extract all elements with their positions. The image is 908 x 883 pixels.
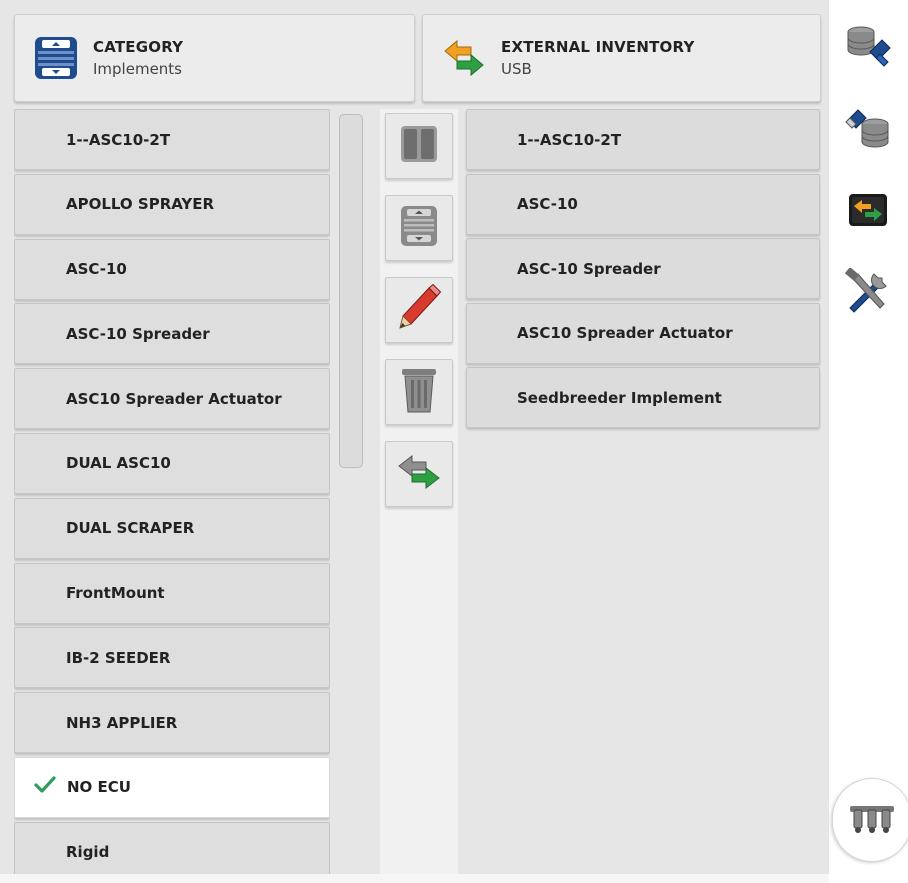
list-item-label: Seedbreeder Implement [517, 388, 722, 407]
list-item[interactable]: APOLLO SPRAYER [14, 173, 330, 235]
list-item-label: NH3 APPLIER [66, 713, 178, 732]
transfer-button[interactable] [385, 441, 453, 507]
inventory-screen: CATEGORY Implements EXTERNAL INVENTORY U… [0, 0, 908, 883]
transfer-arrows-icon [441, 35, 487, 81]
list-item[interactable]: DUAL SCRAPER [14, 497, 330, 559]
action-toolbar [380, 109, 458, 874]
import-from-usb-button[interactable] [839, 20, 897, 78]
implement-list: 1--ASC10-2T APOLLO SPRAYER ASC-10 ASC-10… [14, 109, 330, 874]
list-item-label: 1--ASC10-2T [517, 130, 622, 149]
list-item-label: ASC10 Spreader Actuator [517, 324, 733, 342]
list-item[interactable]: FrontMount [14, 562, 330, 624]
list-scroll-icon [399, 204, 439, 252]
database-import-icon [844, 24, 892, 74]
list-item[interactable]: ASC10 Spreader Actuator [14, 368, 330, 430]
bottom-strip [0, 874, 829, 883]
data-transfer-button[interactable] [839, 184, 897, 242]
tools-icon [844, 267, 892, 318]
tools-button[interactable] [839, 264, 897, 322]
category-value: Implements [93, 60, 182, 78]
category-label: CATEGORY [93, 38, 184, 56]
pencil-icon [397, 283, 442, 336]
list-item-label: ASC-10 Spreader [66, 324, 210, 343]
export-to-usb-button[interactable] [839, 100, 897, 158]
list-item[interactable]: ASC-10 [14, 238, 330, 300]
split-view-button[interactable] [385, 113, 453, 179]
list-item[interactable]: Seedbreeder Implement [466, 367, 820, 428]
list-item[interactable]: NH3 APPLIER [14, 692, 330, 754]
list-item-label: IB-2 SEEDER [66, 648, 171, 667]
transfer-arrows-icon [396, 452, 442, 496]
list-item-label: NO ECU [67, 778, 131, 797]
list-item[interactable]: 1--ASC10-2T [14, 109, 330, 170]
scroll-list-button[interactable] [385, 195, 453, 261]
category-selector[interactable]: CATEGORY Implements [14, 14, 415, 102]
external-inventory-label: EXTERNAL INVENTORY [501, 38, 695, 56]
list-item[interactable]: ASC10 Spreader Actuator [466, 302, 820, 364]
category-selector-icon [33, 35, 79, 81]
list-item-label: FrontMount [66, 584, 165, 603]
edit-button[interactable] [385, 277, 453, 343]
external-inventory-selector[interactable]: EXTERNAL INVENTORY USB [422, 14, 821, 102]
list-item-selected[interactable]: NO ECU [14, 756, 330, 818]
list-item-label: 1--ASC10-2T [66, 130, 171, 149]
list-item[interactable]: Rigid [14, 821, 330, 874]
list-item[interactable]: IB-2 SEEDER [14, 627, 330, 689]
list-item-label: DUAL ASC10 [66, 454, 171, 473]
list-item-label: ASC-10 [66, 260, 127, 279]
list-item[interactable]: ASC-10 Spreader [466, 238, 820, 299]
checkmark-icon [25, 775, 65, 800]
list-item-label: ASC-10 [517, 195, 578, 213]
right-sidebar [829, 0, 908, 883]
list-item[interactable]: DUAL ASC10 [14, 432, 330, 494]
split-view-icon [399, 124, 439, 168]
list-item[interactable]: ASC-10 Spreader [14, 303, 330, 365]
transfer-screen-icon [847, 191, 889, 235]
implement-setup-button[interactable] [832, 778, 908, 862]
usb-export-icon [844, 104, 892, 154]
list-item-label: ASC10 Spreader Actuator [66, 389, 282, 408]
external-inventory-list: 1--ASC10-2T ASC-10 ASC-10 Spreader ASC10… [466, 109, 820, 874]
list-scrollbar[interactable] [339, 114, 363, 468]
trash-icon [399, 365, 439, 419]
list-item-label: Rigid [66, 843, 110, 862]
list-item[interactable]: ASC-10 [466, 173, 820, 235]
implement-controls-icon [848, 800, 896, 840]
delete-button[interactable] [385, 359, 453, 425]
list-item-label: DUAL SCRAPER [66, 519, 195, 538]
list-item-label: ASC-10 Spreader [517, 259, 661, 278]
list-item[interactable]: 1--ASC10-2T [466, 109, 820, 170]
list-item-label: APOLLO SPRAYER [66, 195, 215, 214]
external-inventory-value: USB [501, 60, 532, 78]
